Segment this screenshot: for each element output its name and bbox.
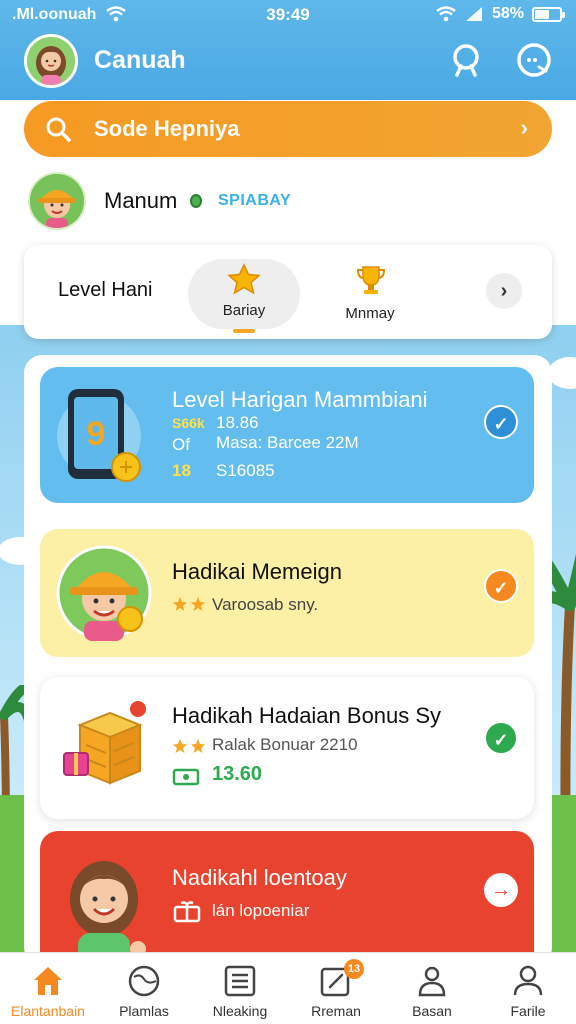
signal-icon [465,7,482,21]
star-icon [227,263,261,295]
check-icon[interactable]: ✓ [484,569,518,603]
stars-icon [173,739,205,753]
cash-icon [172,768,200,786]
nav-item-basan[interactable]: Basan [384,953,480,1024]
check-icon[interactable]: ✓ [484,721,518,755]
nav-item-plamlas[interactable]: Plamlas [96,953,192,1024]
nav-item-nleaking[interactable]: Nleaking [192,953,288,1024]
stars-icon [173,597,205,611]
nav-label: Basan [412,1003,452,1019]
card-tag: Of [172,435,190,454]
nav-item-home[interactable]: Elantanbain [0,953,96,1024]
next-tab-button[interactable]: › [486,273,522,309]
search-icon [453,44,479,77]
search-input[interactable] [94,116,474,142]
globe-icon [128,965,160,997]
app-title: Canuah [94,46,186,74]
reward-card[interactable]: Hadikai Memeign Varoosab sny. ✓ [40,529,534,657]
card-title: Hadikai Memeign [172,559,342,584]
notification-badge: 13 [344,959,364,979]
card-tag: S66k [172,415,205,431]
card-subtitle: Ralak Bonuar 2210 [212,735,358,754]
tab-label[interactable]: Mnmay [330,305,410,322]
nav-label: Plamlas [119,1003,169,1019]
girl-avatar-icon [70,861,146,965]
card-detail: Masa: Barcee 22M [216,433,359,452]
card-amount: 13.60 [212,763,263,785]
nav-label: Nleaking [212,1003,268,1019]
wifi-icon [436,6,456,22]
nav-label: Farile [510,1003,546,1019]
search-bar[interactable]: › [24,101,552,157]
phone-coin-icon: 9 [57,389,141,482]
card-title: Hadikah Hadaian Bonus Sy [172,703,442,728]
svg-text:9: 9 [87,415,106,453]
nav-label: Rreman [311,1003,361,1019]
card-title: Nadikahl loentoay [172,865,347,890]
arrow-right-icon[interactable]: → [484,873,518,907]
chevron-right-icon[interactable]: › [521,115,528,141]
user-avatar[interactable] [28,172,86,230]
boy-avatar-icon [30,174,84,228]
level-tabs-card: Level Hani Bariay Mnmay › [24,245,552,339]
reward-card[interactable]: Nadikahl loentoay lán lopoeniar → [40,831,534,965]
gift-icon [173,901,201,923]
card-subtitle: Varoosab sny. [212,595,319,614]
search-user-button[interactable] [446,40,486,80]
card-tag: 18 [172,461,191,480]
chevron-right-icon: › [500,280,508,302]
battery-percent: 58% [491,5,524,22]
nav-item-farile[interactable]: Farile [480,953,576,1024]
home-icon [34,967,62,995]
treasure-box-icon [63,701,146,785]
bottom-navigation: Elantanbain Plamlas Nleaking 13 Rreman B… [0,952,576,1024]
profile-icon [513,965,543,996]
card-title: Level Harigan Mammbiani [172,387,428,412]
user-name: Manum [104,188,178,213]
card-subtitle: lán lopoeniar [212,901,310,920]
trophy-icon [356,266,386,294]
status-bar: .Ml.oonuah 39:49 58% [0,0,576,30]
check-icon[interactable]: ✓ [484,405,518,439]
reward-card[interactable]: Hadikah Hadaian Bonus Sy Ralak Bonuar 22… [40,677,534,819]
app-header: .Ml.oonuah 39:49 58% Canuah [0,0,576,100]
battery-icon [532,6,565,22]
girl-avatar-icon [27,37,75,85]
nav-label: Elantanbain [11,1003,85,1019]
chat-button[interactable] [514,40,554,80]
active-tab-indicator [233,329,255,333]
card-value: 18.86 [216,413,259,432]
app-avatar[interactable] [24,34,78,88]
card-amount: S16085 [216,461,275,480]
reward-card[interactable]: 9 Level Harigan Mammbiani S66k 18.86 Of … [40,367,534,503]
chat-bubble-icon [517,43,551,77]
level-label: Level Hani [58,279,153,301]
list-icon [224,965,256,997]
user-bag-icon [418,966,446,997]
rewards-list: 9 Level Harigan Mammbiani S66k 18.86 Of … [24,355,552,965]
nav-item-rreman[interactable]: 13 Rreman [288,953,384,1024]
user-badge: SPIABAY [218,192,292,209]
tab-label[interactable]: Bariay [204,302,284,319]
online-status-icon [190,194,202,208]
boy-avatar-icon [56,545,152,641]
search-icon [46,117,71,142]
